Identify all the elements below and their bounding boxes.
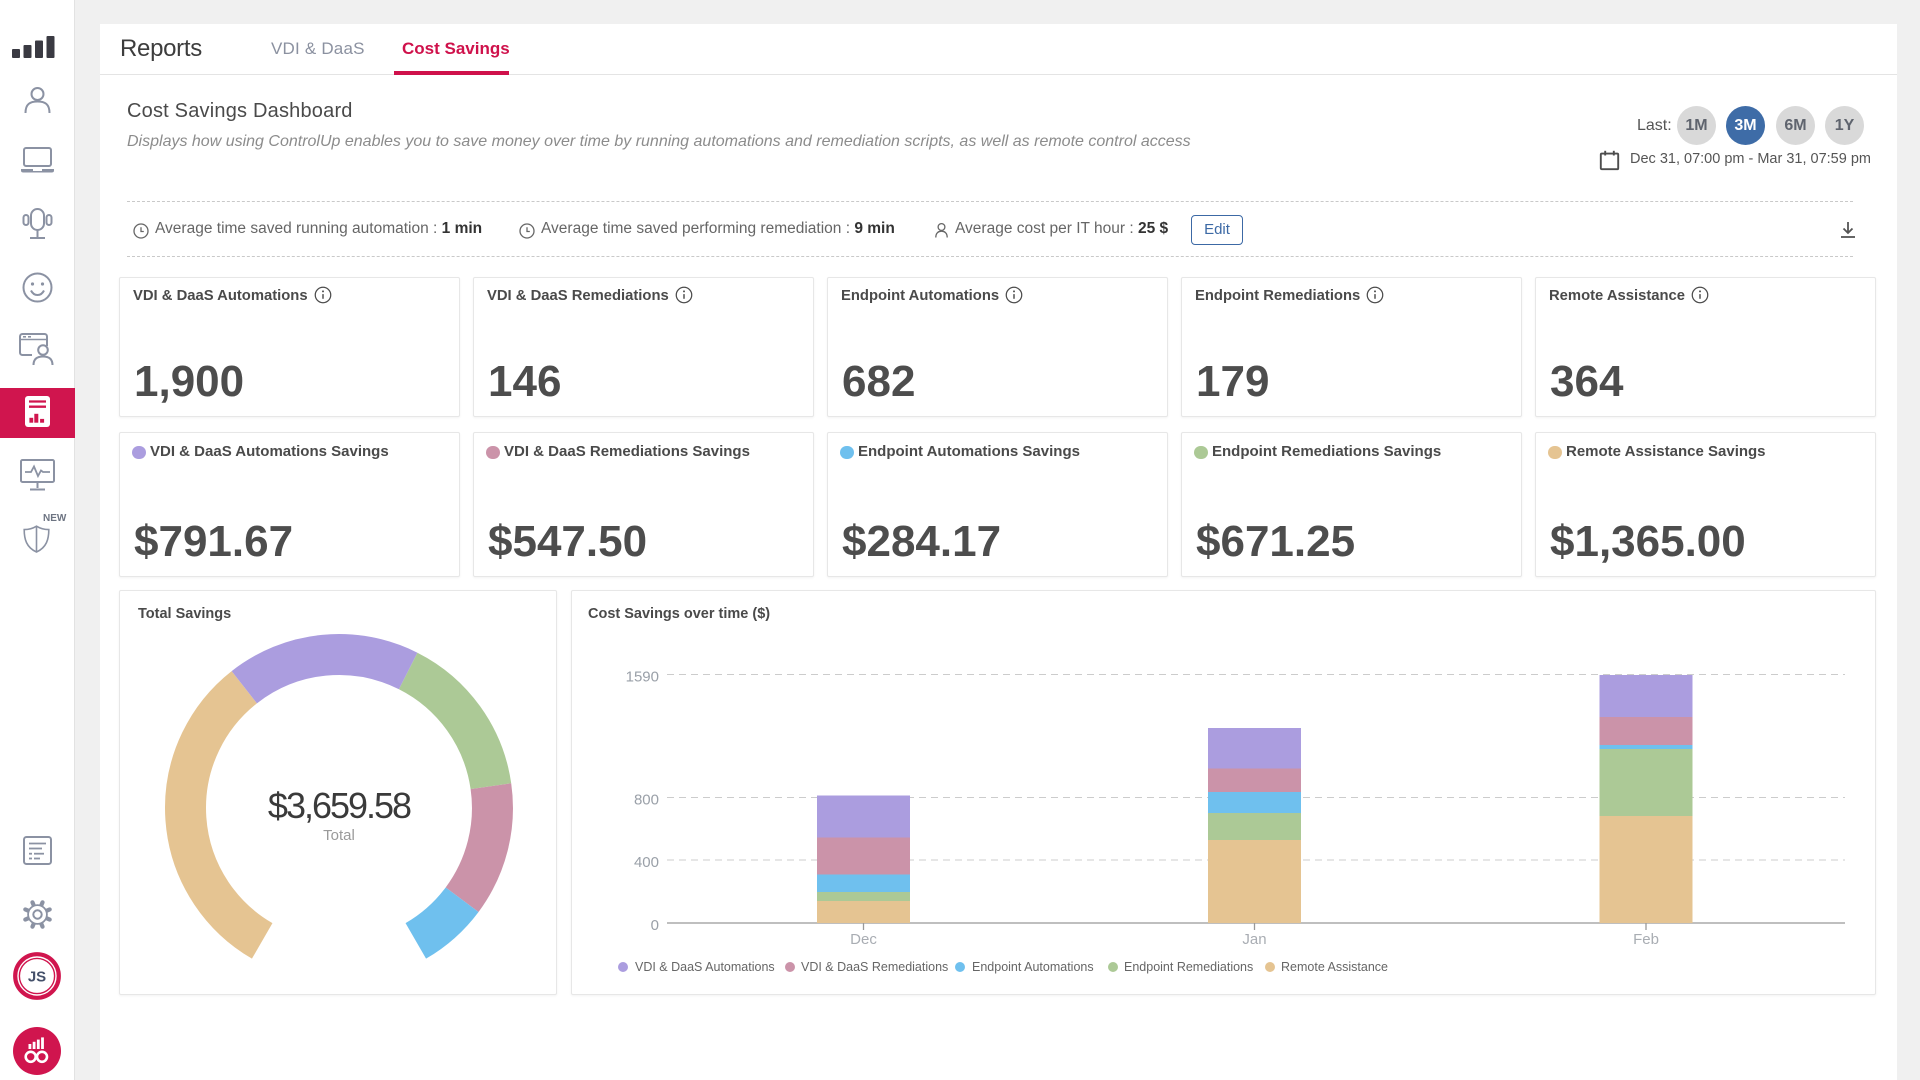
svg-text:800: 800	[634, 792, 659, 809]
svg-text:$3,659.58: $3,659.58	[268, 785, 411, 826]
svg-text:400: 400	[634, 854, 659, 871]
svg-text:0: 0	[651, 917, 659, 934]
svg-text:Feb: Feb	[1633, 931, 1659, 948]
svg-text:Dec: Dec	[850, 931, 877, 948]
svg-text:Total: Total	[323, 827, 355, 844]
svg-text:Jan: Jan	[1242, 931, 1266, 948]
svg-text:JS: JS	[28, 969, 46, 986]
svg-text:1590: 1590	[626, 669, 659, 686]
